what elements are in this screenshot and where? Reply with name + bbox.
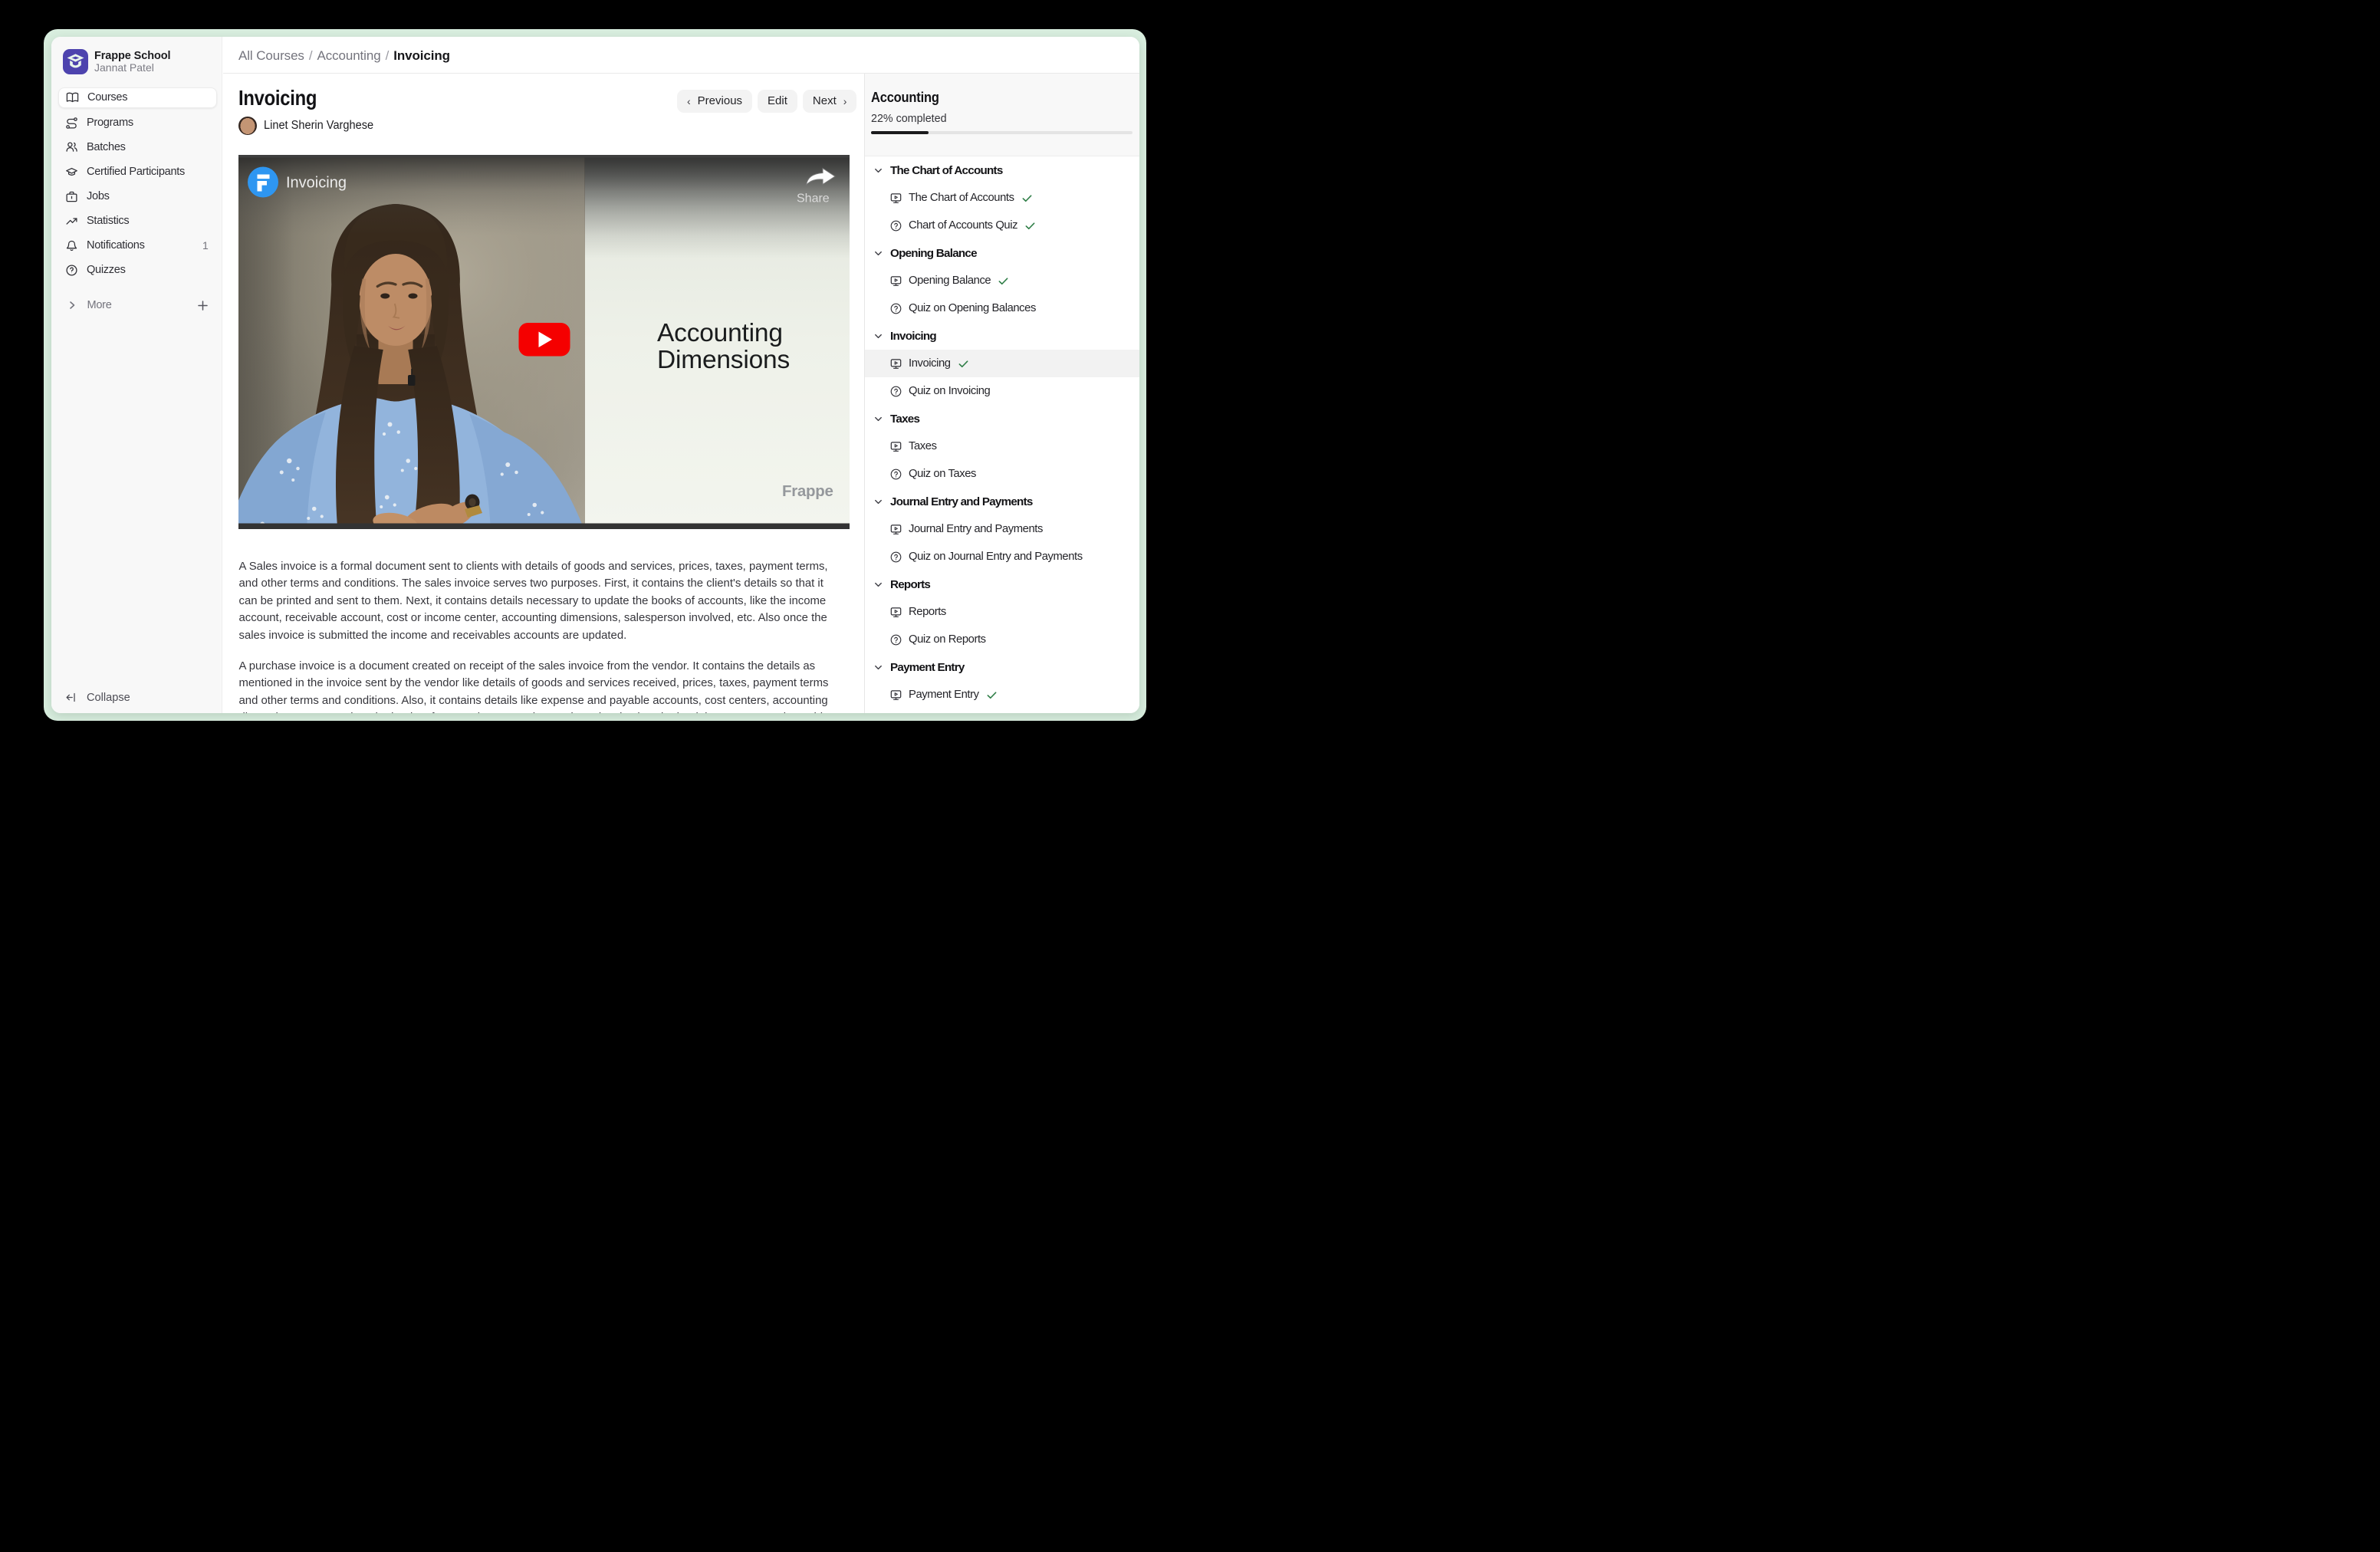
- svg-text:Dimensions: Dimensions: [657, 346, 790, 374]
- svg-text:Share: Share: [797, 192, 830, 206]
- svg-text:Invoicing: Invoicing: [286, 175, 347, 192]
- svg-text:Frappe: Frappe: [782, 482, 833, 500]
- svg-text:Accounting: Accounting: [657, 319, 783, 347]
